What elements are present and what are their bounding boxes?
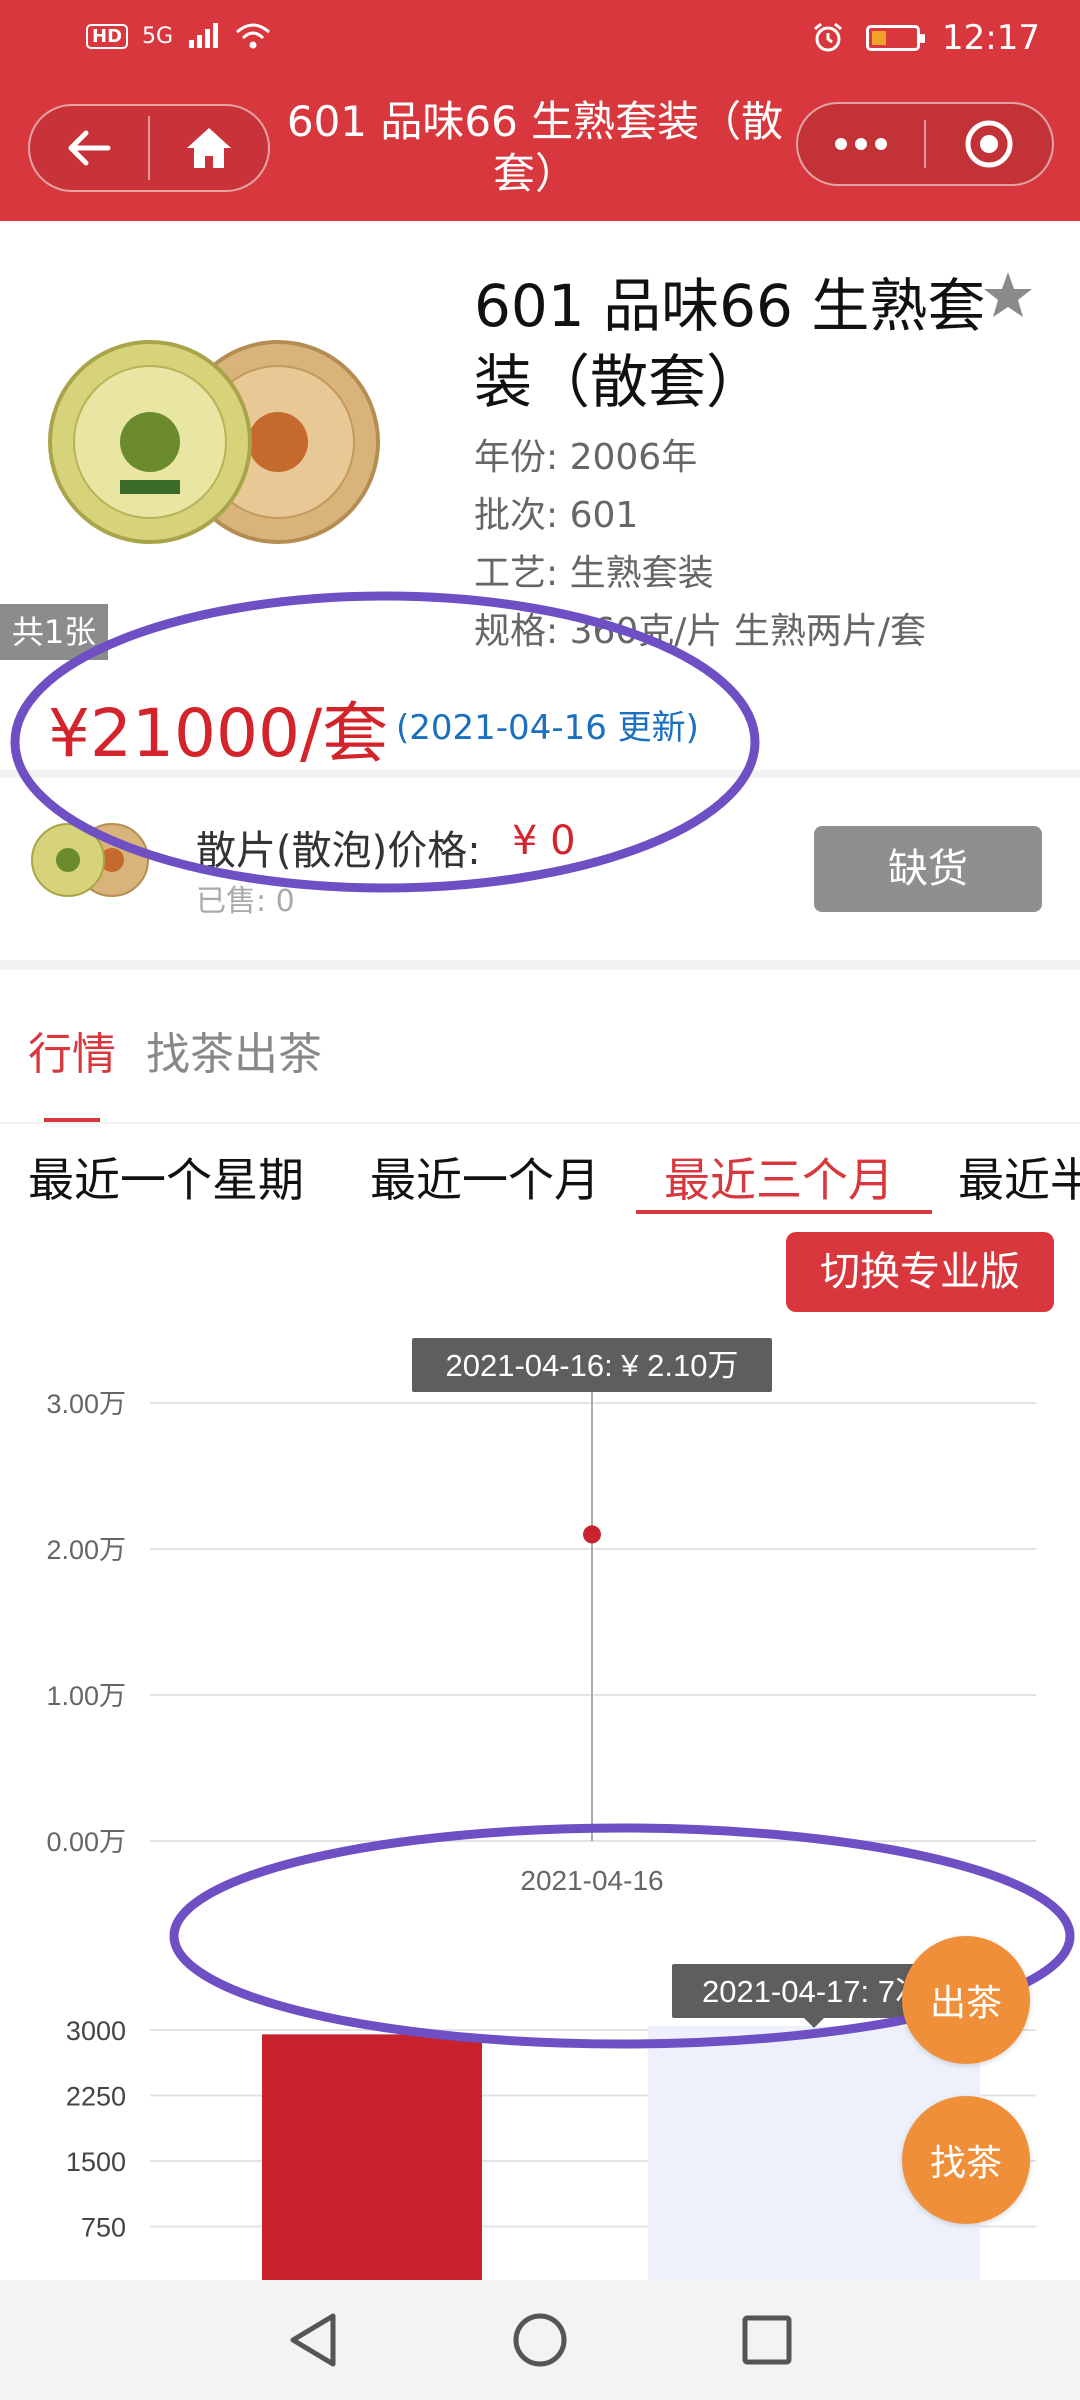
subtab-month[interactable]: 最近一个月 [370,1144,600,1210]
y-tick-label: 2250 [66,2082,126,2112]
signal-icon [189,23,219,48]
subtab-week[interactable]: 最近一个星期 [28,1144,304,1210]
y-tick-label: 1.00万 [46,1681,126,1711]
attr-process: 工艺: 生熟套装 [474,553,714,594]
product-price: ¥21000/套 [48,695,389,772]
subtab-half-year[interactable]: 最近半 [958,1144,1080,1210]
attr-year: 年份: 2006年 [474,437,698,478]
y-tick-label: 1500 [66,2147,126,2177]
tooltip-text: 2021-04-17: 7次 [702,1974,926,2009]
product-image [48,340,380,544]
tab-find-sell[interactable]: 找茶出茶 [146,1018,322,1082]
count-badge: 共1张 [0,604,108,660]
price-chart: 3.00万 2.00万 1.00万 0.00万 2021-04-16 2021-04-16… [46,1338,1036,1896]
bar [262,2034,482,2280]
battery-icon [866,25,926,51]
y-tick-label: 750 [81,2213,126,2243]
hd-badge: HD [86,23,129,49]
back-button[interactable] [30,106,148,190]
switch-pro-button[interactable]: 切换专业版 [786,1232,1054,1312]
home-icon [187,128,231,168]
status-left: HD 5G [86,22,271,50]
arrow-left-icon [68,130,111,166]
y-tick-label: 3000 [66,2016,126,2046]
y-tick-label: 3.00万 [46,1389,126,1419]
price-update-date: (2021-04-16 更新) [396,708,699,748]
favorite-star-icon[interactable] [982,270,1034,320]
attr-batch: 批次: 601 [474,495,639,536]
product-title: 601 品味66 生熟套装（散套） [474,272,986,416]
attr-spec: 规格: 360克/片 生熟两片/套 [474,611,927,652]
tab-market[interactable]: 行情 [28,1018,116,1082]
data-point [583,1525,601,1544]
nav-home-icon[interactable] [510,2310,570,2370]
loose-price-value: ¥ 0 [512,818,576,864]
nav-recents-icon[interactable] [739,2312,795,2368]
subtab-three-months[interactable]: 最近三个月 [664,1144,894,1210]
status-bar: HD 5G 12:17 [0,0,1080,78]
divider [0,1122,1080,1124]
tooltip-text: 2021-04-16: ¥ 2.10万 [446,1348,739,1383]
more-button[interactable] [798,104,924,184]
sell-tea-button[interactable]: 出茶 [902,1936,1030,2064]
wifi-icon [236,23,271,49]
loose-price-label: 散片(散泡)价格: [196,828,481,874]
y-tick-label: 2.00万 [46,1535,126,1565]
more-icon [835,138,887,150]
clock: 12:17 [942,18,1040,58]
nav-capsule-left [28,104,270,192]
close-miniapp-button[interactable] [926,104,1052,184]
nav-capsule-right [796,102,1054,186]
divider [0,960,1080,970]
find-tea-button[interactable]: 找茶 [902,2096,1030,2224]
y-tick-label: 0.00万 [46,1827,126,1857]
system-nav-bar [0,2280,1080,2400]
nav-back-icon[interactable] [285,2310,341,2370]
home-button[interactable] [150,106,268,190]
loose-thumbnail [31,823,149,897]
divider [0,770,1080,778]
subtab-underline [636,1210,932,1214]
alarm-icon [814,22,842,52]
page-title: 601 品味66 生熟套装（散套） [286,97,784,198]
target-icon [965,120,1013,168]
sold-count: 已售: 0 [196,884,295,919]
status-right: 12:17 [812,18,1040,58]
x-tick-label: 2021-04-16 [520,1865,663,1896]
app-header: HD 5G 12:17 601 品味66 生熟套装（散套） [0,0,1080,221]
volume-chart: 3000 2250 1500 750 2021-04-17: 7次 [66,1964,1036,2280]
out-of-stock-button[interactable]: 缺货 [814,826,1042,912]
network-label: 5G [142,23,174,49]
